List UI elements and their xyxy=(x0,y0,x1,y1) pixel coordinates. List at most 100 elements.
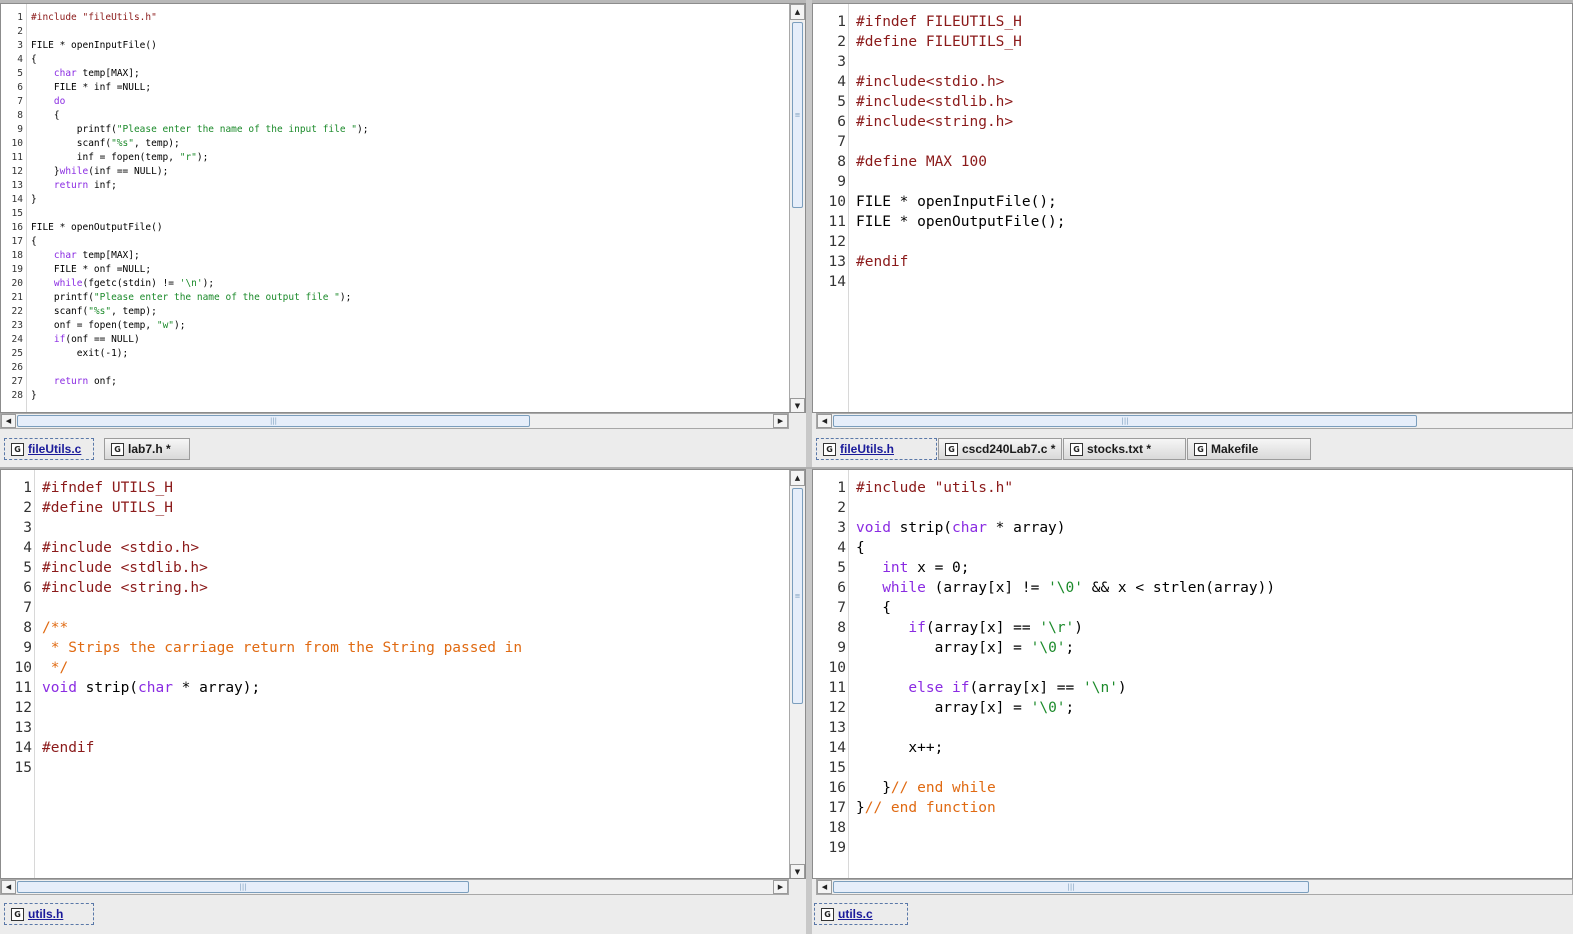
code-line[interactable]: return inf; xyxy=(31,179,787,193)
code-line[interactable]: scanf("%s", temp); xyxy=(31,305,787,319)
code-line[interactable] xyxy=(31,207,787,221)
code-line[interactable]: #include "fileUtils.h" xyxy=(31,11,787,25)
tab-stocks-txt[interactable]: G stocks.txt * xyxy=(1063,438,1186,460)
code-line[interactable] xyxy=(42,758,787,778)
arrow-right-icon[interactable]: ▶ xyxy=(773,880,788,894)
code-line[interactable]: #include "utils.h" xyxy=(856,478,1572,498)
code-line[interactable] xyxy=(42,598,787,618)
code-line[interactable] xyxy=(856,52,1572,72)
code-line[interactable] xyxy=(856,838,1572,858)
vertical-scroll-thumb[interactable]: ≡ xyxy=(792,488,803,704)
vertical-scroll-thumb[interactable]: ≡ xyxy=(792,22,803,208)
arrow-down-icon[interactable]: ▼ xyxy=(790,398,805,412)
code-editor[interactable]: 1 2 3 4 5 6 7 8 9 10 11 12 13 14 15 #ifndef UTILS_H #de… xyxy=(0,469,806,879)
code-line[interactable] xyxy=(856,498,1572,518)
code-editor[interactable]: 1 2 3 4 5 6 7 8 9 10 11 12 13 14 #ifndef FILEUTILS_H #… xyxy=(812,3,1573,413)
code-line[interactable]: int x = 0; xyxy=(856,558,1572,578)
code-line[interactable]: scanf("%s", temp); xyxy=(31,137,787,151)
code-line[interactable] xyxy=(856,232,1572,252)
arrow-left-icon[interactable]: ◀ xyxy=(817,414,832,428)
code-area[interactable]: #include "fileUtils.h" FILE * openInputF… xyxy=(31,4,787,412)
horizontal-scroll-thumb[interactable]: ||| xyxy=(833,415,1417,427)
arrow-down-icon[interactable]: ▼ xyxy=(790,864,805,878)
code-line[interactable]: char temp[MAX]; xyxy=(31,67,787,81)
code-line[interactable]: { xyxy=(856,598,1572,618)
code-line[interactable]: #include<stdlib.h> xyxy=(856,92,1572,112)
horizontal-scrollbar[interactable]: ◀ ||| xyxy=(816,879,1573,895)
code-line[interactable]: if(array[x] == '\r') xyxy=(856,618,1572,638)
code-area[interactable]: #include "utils.h" void strip(char * arr… xyxy=(856,470,1572,878)
tab-fileutils-c[interactable]: G fileUtils.c xyxy=(4,438,94,460)
code-line[interactable]: array[x] = '\0'; xyxy=(856,698,1572,718)
tab-fileutils-h[interactable]: G fileUtils.h xyxy=(816,438,937,460)
code-line[interactable]: #define UTILS_H xyxy=(42,498,787,518)
code-line[interactable]: }// end while xyxy=(856,778,1572,798)
code-line[interactable]: printf("Please enter the name of the inp… xyxy=(31,123,787,137)
code-line[interactable]: while(fgetc(stdin) != '\n'); xyxy=(31,277,787,291)
code-line[interactable]: { xyxy=(31,53,787,67)
code-line[interactable]: x++; xyxy=(856,738,1572,758)
code-line[interactable]: #endif xyxy=(856,252,1572,272)
code-line[interactable] xyxy=(42,698,787,718)
code-editor[interactable]: 1 2 3 4 5 6 7 8 9 10 11 12 13 14 15 16 17 18 19 20 21 22 23 24 2… xyxy=(0,3,806,413)
vertical-scrollbar[interactable]: ▲ ≡ ▼ xyxy=(789,470,805,878)
code-line[interactable]: void strip(char * array) xyxy=(856,518,1572,538)
code-line[interactable]: #include <string.h> xyxy=(42,578,787,598)
code-line[interactable]: #ifndef FILEUTILS_H xyxy=(856,12,1572,32)
code-line[interactable] xyxy=(42,518,787,538)
code-line[interactable]: #define FILEUTILS_H xyxy=(856,32,1572,52)
code-line[interactable] xyxy=(856,718,1572,738)
code-line[interactable]: FILE * openOutputFile(); xyxy=(856,212,1572,232)
code-line[interactable]: onf = fopen(temp, "w"); xyxy=(31,319,787,333)
code-line[interactable] xyxy=(856,758,1572,778)
code-line[interactable]: FILE * openInputFile() xyxy=(31,39,787,53)
code-line[interactable]: FILE * openOutputFile() xyxy=(31,221,787,235)
code-line[interactable]: #include <stdlib.h> xyxy=(42,558,787,578)
code-line[interactable]: #include<string.h> xyxy=(856,112,1572,132)
code-line[interactable]: #include<stdio.h> xyxy=(856,72,1572,92)
tab-lab7-h[interactable]: G lab7.h * xyxy=(104,438,190,460)
code-line[interactable]: #define MAX 100 xyxy=(856,152,1572,172)
horizontal-scroll-thumb[interactable]: ||| xyxy=(17,415,530,427)
code-line[interactable]: }while(inf == NULL); xyxy=(31,165,787,179)
code-line[interactable]: */ xyxy=(42,658,787,678)
horizontal-scrollbar[interactable]: ◀ ||| ▶ xyxy=(0,879,789,895)
code-line[interactable]: { xyxy=(856,538,1572,558)
code-line[interactable]: printf("Please enter the name of the out… xyxy=(31,291,787,305)
code-line[interactable]: * Strips the carriage return from the St… xyxy=(42,638,787,658)
arrow-left-icon[interactable]: ◀ xyxy=(1,880,16,894)
code-line[interactable]: FILE * inf =NULL; xyxy=(31,81,787,95)
code-line[interactable]: #ifndef UTILS_H xyxy=(42,478,787,498)
code-editor[interactable]: 1 2 3 4 5 6 7 8 9 10 11 12 13 14 15 16 17 18 19 #include "… xyxy=(812,469,1573,879)
code-line[interactable]: if(onf == NULL) xyxy=(31,333,787,347)
arrow-left-icon[interactable]: ◀ xyxy=(817,880,832,894)
horizontal-scrollbar[interactable]: ◀ ||| xyxy=(816,413,1573,429)
arrow-right-icon[interactable]: ▶ xyxy=(773,414,788,428)
code-line[interactable]: FILE * openInputFile(); xyxy=(856,192,1572,212)
code-line[interactable] xyxy=(856,132,1572,152)
tab-utils-h[interactable]: G utils.h xyxy=(4,903,94,925)
code-line[interactable]: } xyxy=(31,389,787,403)
code-line[interactable]: #endif xyxy=(42,738,787,758)
horizontal-scroll-thumb[interactable]: ||| xyxy=(833,881,1309,893)
code-line[interactable]: return onf; xyxy=(31,375,787,389)
code-area[interactable]: #ifndef UTILS_H #define UTILS_H #include … xyxy=(42,470,787,878)
code-line[interactable]: exit(-1); xyxy=(31,347,787,361)
tab-cscd240lab7-c[interactable]: G cscd240Lab7.c * xyxy=(938,438,1062,460)
vertical-scrollbar[interactable]: ▲ ≡ ▼ xyxy=(789,4,805,412)
code-line[interactable]: void strip(char * array); xyxy=(42,678,787,698)
code-line[interactable]: array[x] = '\0'; xyxy=(856,638,1572,658)
code-line[interactable]: #include <stdio.h> xyxy=(42,538,787,558)
code-line[interactable] xyxy=(31,25,787,39)
code-line[interactable]: do xyxy=(31,95,787,109)
horizontal-scrollbar[interactable]: ◀ ||| ▶ xyxy=(0,413,789,429)
code-line[interactable]: while (array[x] != '\0' && x < strlen(ar… xyxy=(856,578,1572,598)
code-line[interactable]: FILE * onf =NULL; xyxy=(31,263,787,277)
arrow-up-icon[interactable]: ▲ xyxy=(790,470,805,486)
arrow-left-icon[interactable]: ◀ xyxy=(1,414,16,428)
code-line[interactable]: }// end function xyxy=(856,798,1572,818)
horizontal-scroll-thumb[interactable]: ||| xyxy=(17,881,469,893)
code-line[interactable]: } xyxy=(31,193,787,207)
code-line[interactable]: else if(array[x] == '\n') xyxy=(856,678,1572,698)
code-area[interactable]: #ifndef FILEUTILS_H #define FILEUTILS_H #… xyxy=(856,4,1572,412)
